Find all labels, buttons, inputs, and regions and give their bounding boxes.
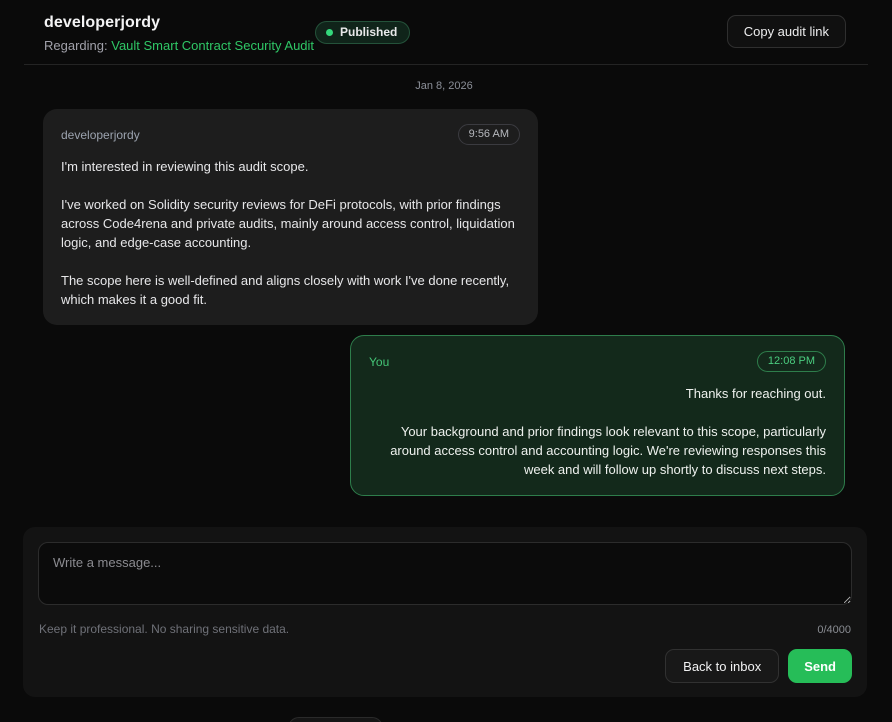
composer-hint: Keep it professional. No sharing sensiti… (39, 622, 289, 636)
message-input[interactable] (38, 542, 852, 605)
thread-subtitle: Regarding: Vault Smart Contract Security… (44, 38, 846, 53)
audit-link[interactable]: Vault Smart Contract Security Audit (111, 38, 314, 53)
back-to-inbox-button[interactable]: Back to inbox (665, 649, 779, 683)
message-composer: Keep it professional. No sharing sensiti… (23, 527, 867, 697)
character-counter: 0/4000 (817, 624, 851, 636)
message-paragraph: I'm interested in reviewing this audit s… (61, 157, 520, 176)
bottom-cutoff-pill (288, 717, 383, 722)
composer-actions: Back to inbox Send (38, 649, 852, 683)
conversation-page: developerjordy Regarding: Vault Smart Co… (0, 0, 892, 722)
published-dot-icon (326, 29, 333, 36)
message-bubble-header: developerjordy 9:56 AM (61, 124, 520, 145)
date-divider: Jan 8, 2026 (43, 80, 845, 92)
message-bubble: developerjordy 9:56 AM I'm interested in… (43, 109, 538, 325)
copy-audit-link-button[interactable]: Copy audit link (727, 15, 846, 48)
message-row: You 12:08 PM Thanks for reaching out. Yo… (43, 325, 845, 496)
message-row: developerjordy 9:56 AM I'm interested in… (43, 100, 845, 325)
message-body: I'm interested in reviewing this audit s… (61, 157, 520, 309)
message-paragraph: I've worked on Solidity security reviews… (61, 195, 520, 252)
message-timestamp: 9:56 AM (458, 124, 520, 145)
status-badge-label: Published (340, 25, 397, 39)
message-paragraph: Thanks for reaching out. (369, 384, 826, 403)
message-thread: Jan 8, 2026 developerjordy 9:56 AM I'm i… (0, 65, 892, 527)
message-bubble-header: You 12:08 PM (369, 351, 826, 372)
message-bubble-own: You 12:08 PM Thanks for reaching out. Yo… (350, 335, 845, 496)
message-body: Thanks for reaching out. Your background… (369, 384, 826, 479)
message-paragraph: The scope here is well-defined and align… (61, 271, 520, 309)
message-timestamp: 12:08 PM (757, 351, 826, 372)
message-author: developerjordy (61, 128, 140, 142)
message-author: You (369, 355, 389, 369)
regarding-label: Regarding: (44, 38, 108, 53)
thread-title: developerjordy (44, 14, 846, 32)
composer-meta-row: Keep it professional. No sharing sensiti… (38, 622, 852, 636)
thread-header: developerjordy Regarding: Vault Smart Co… (0, 0, 892, 64)
status-badge: Published (315, 21, 410, 44)
send-button[interactable]: Send (788, 649, 852, 683)
message-paragraph: Your background and prior findings look … (369, 422, 826, 479)
